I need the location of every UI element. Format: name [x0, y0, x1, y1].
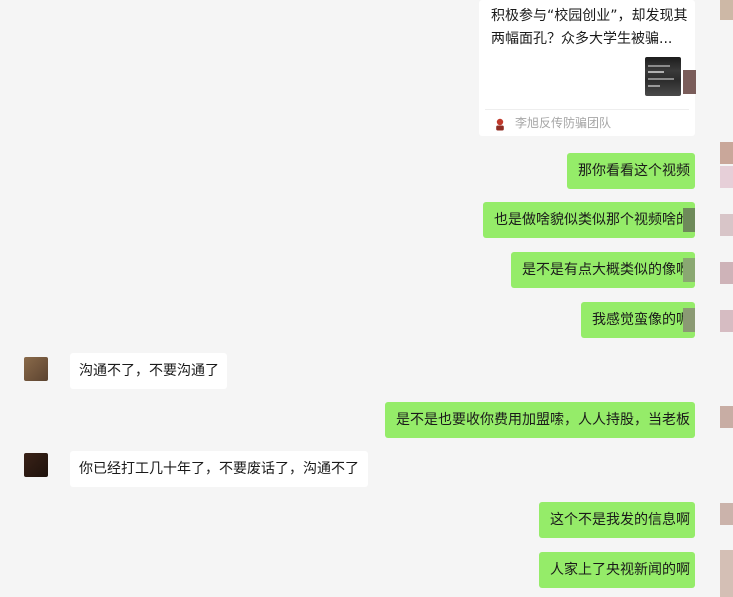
shared-article-title: 积极参与“校园创业”，却发现其两幅面孔？众多大学生被骗... — [491, 8, 688, 47]
cropped-avatar — [720, 550, 733, 597]
message-bubble[interactable]: 也是做啥貌似类似那个视频啥的 — [483, 202, 695, 238]
cropped-avatar — [720, 406, 733, 428]
source-account-icon — [494, 116, 506, 131]
cropped-avatar — [720, 503, 733, 525]
message-bubble[interactable]: 我感觉蛮像的呢 — [581, 302, 695, 338]
message-bubble[interactable]: 是不是也要收你费用加盟嗦，人人持股，当老板 — [385, 402, 695, 438]
message-bubble[interactable]: 沟通不了，不要沟通了 — [70, 353, 227, 389]
cropped-avatar — [720, 166, 733, 188]
contact-avatar[interactable] — [24, 357, 48, 381]
cropped-image-fragment — [683, 70, 696, 94]
message-bubble[interactable]: 人家上了央视新闻的啊 — [539, 552, 695, 588]
cropped-bubble-edge — [683, 258, 695, 282]
message-bubble[interactable]: 是不是有点大概类似的像啊 — [511, 252, 695, 288]
contact-avatar[interactable] — [24, 453, 48, 477]
cropped-avatar — [720, 310, 733, 332]
message-bubble[interactable]: 这个不是我发的信息啊 — [539, 502, 695, 538]
shared-article-thumbnail — [645, 57, 681, 96]
cropped-avatar — [720, 0, 733, 20]
shared-article-source: 李旭反传防骗团队 — [515, 116, 612, 130]
message-bubble[interactable]: 你已经打工几十年了，不要废话了，沟通不了 — [70, 451, 368, 487]
cropped-avatar — [720, 262, 733, 284]
cropped-bubble-edge — [683, 208, 695, 232]
card-divider — [485, 109, 689, 110]
message-bubble[interactable]: 那你看看这个视频 — [567, 153, 695, 189]
cropped-bubble-edge — [683, 308, 695, 332]
cropped-avatar — [720, 214, 733, 236]
cropped-avatar — [720, 142, 733, 164]
